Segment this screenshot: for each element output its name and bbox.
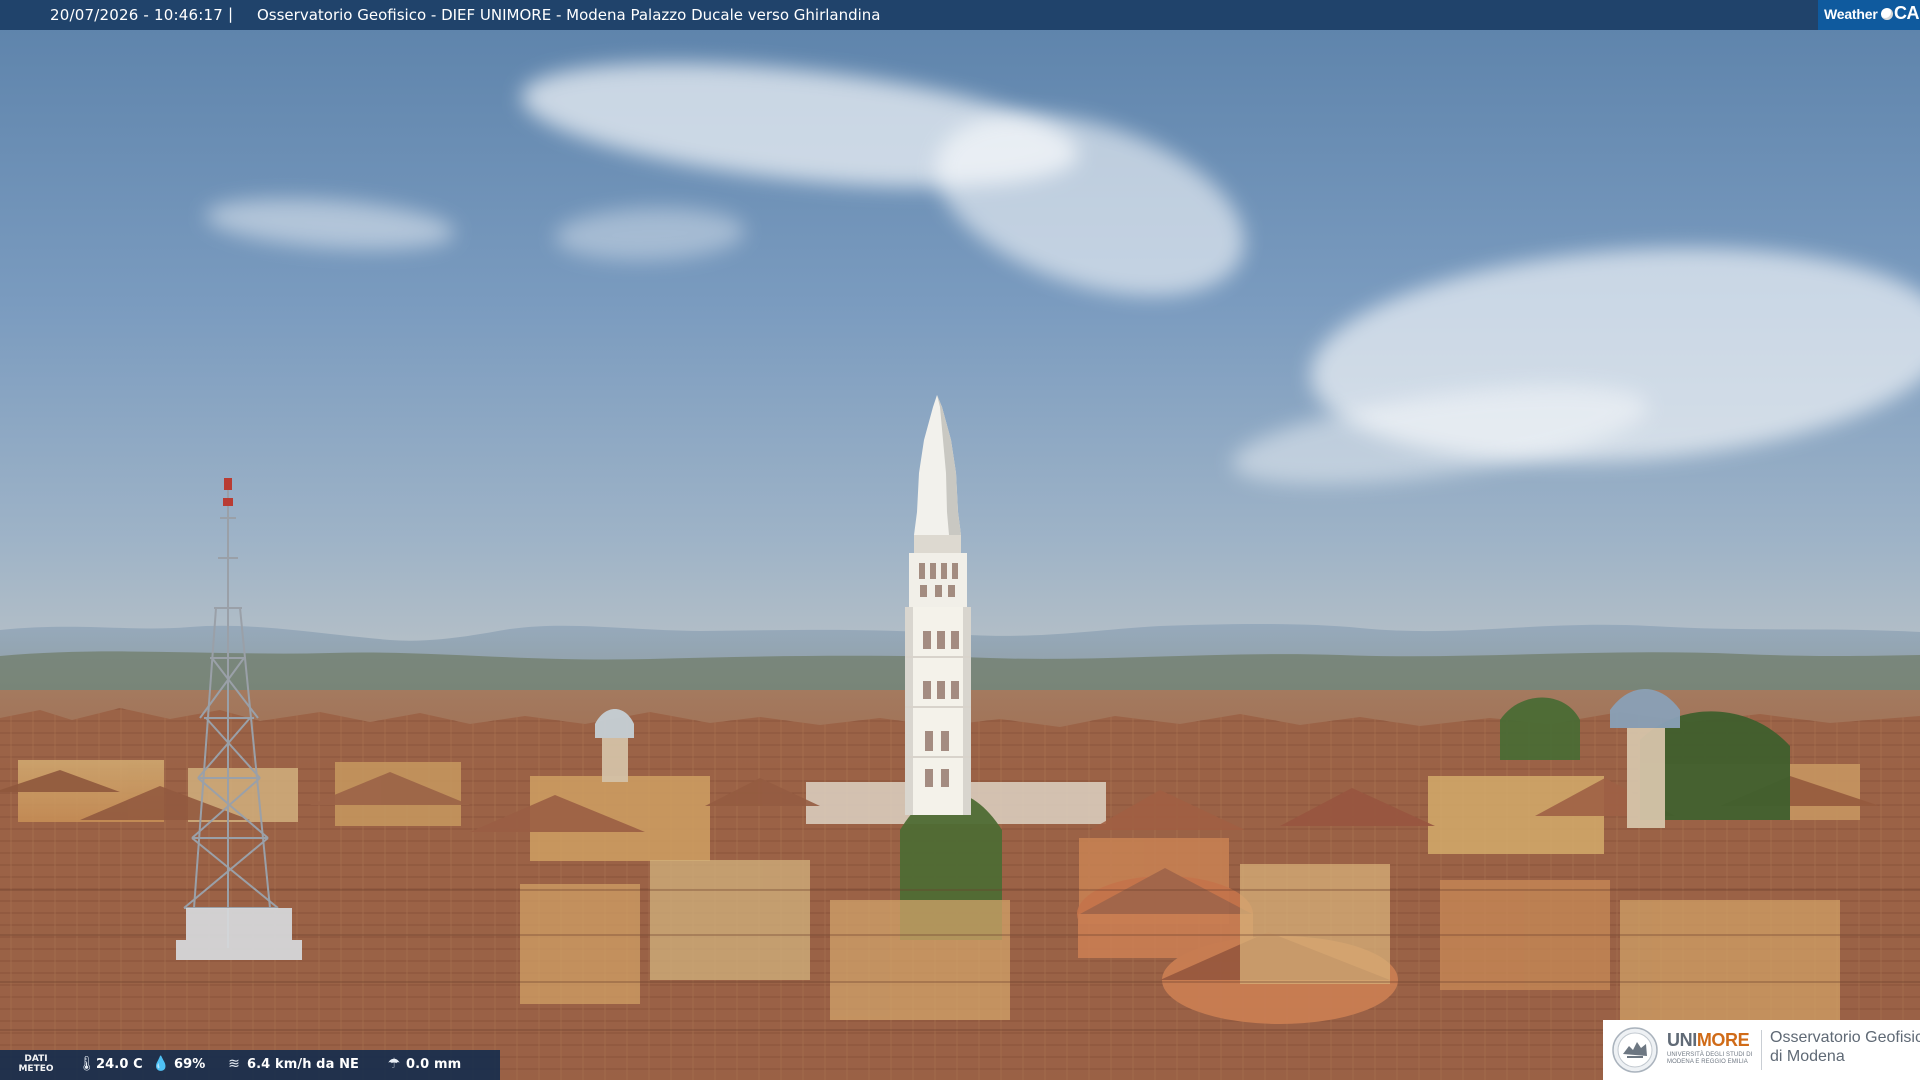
brand-globe-icon (1881, 8, 1893, 20)
rain-icon: ☂ (387, 1056, 401, 1072)
webcam-view: 20/07/2026 - 10:46:17 | Osservatorio Geo… (0, 0, 1920, 1080)
weather-data-bar: DATI METEO 🌡 24.0 C 💧 69% ≋ 6.4 km/h da … (0, 1050, 500, 1080)
observatory-line-2: di Modena (1770, 1048, 1845, 1065)
brand-weather-text: Weather (1824, 6, 1878, 22)
temperature-value: 24.0 C (96, 1057, 143, 1072)
observatory-line-1: Osservatorio Geofisico (1770, 1029, 1920, 1046)
thermometer-icon: 🌡 (78, 1056, 96, 1072)
unimore-seal-icon (1612, 1027, 1658, 1073)
cloud-middle-wisp (554, 204, 746, 264)
cloud-upper-center (515, 41, 1085, 209)
wind-icon: ≋ (228, 1056, 240, 1072)
timestamp: 20/07/2026 - 10:46:17 (50, 6, 223, 24)
unimore-wordmark: UNIMORE (1667, 1030, 1750, 1051)
cloud-upper-center-tail (913, 79, 1267, 331)
weather-cam-logo-icon: Weather CAM (1818, 0, 1920, 30)
camera-title: Osservatorio Geofisico - DIEF UNIMORE - … (257, 6, 881, 24)
wind-value: 6.4 km/h da NE (247, 1057, 360, 1072)
unimore-logo-panel: UNIMORE UNIVERSITÀ DEGLI STUDI DI MODENA… (1603, 1020, 1920, 1080)
radio-antenna (176, 478, 302, 960)
logo-divider (1761, 1030, 1762, 1070)
cloud-right-lower (1226, 366, 1654, 504)
meteo-label: DATI METEO (18, 1054, 54, 1074)
top-info-bar: 20/07/2026 - 10:46:17 | Osservatorio Geo… (0, 0, 1920, 30)
title-separator: | (228, 5, 234, 23)
unimore-prefix: UNI (1667, 1030, 1697, 1050)
university-line: UNIVERSITÀ DEGLI STUDI DI MODENA E REGGI… (1667, 1052, 1753, 1065)
droplet-icon: 💧 (152, 1056, 170, 1072)
humidity-value: 69% (174, 1057, 206, 1072)
cloud-left-wisp (203, 191, 457, 257)
brand-cam-text: CAM (1894, 3, 1920, 23)
cloud-right-large (1303, 227, 1920, 483)
ghirlandina-tower (905, 395, 971, 815)
unimore-suffix: MORE (1696, 1030, 1750, 1050)
rain-value: 0.0 mm (406, 1057, 462, 1072)
